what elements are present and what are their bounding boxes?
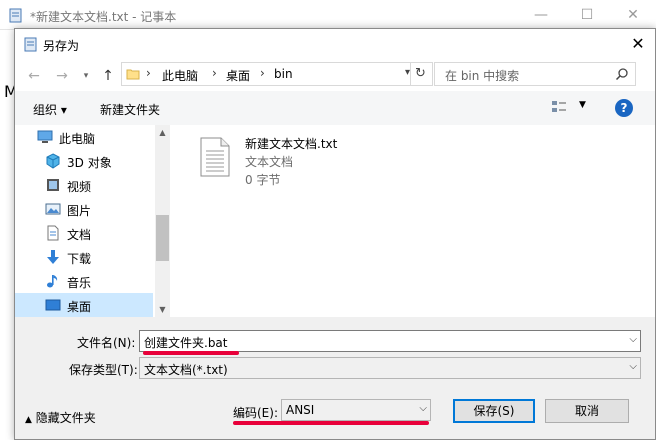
nav-item-label: 下载 (67, 252, 92, 266)
scroll-down-icon[interactable]: ▼ (155, 302, 170, 317)
scroll-up-icon[interactable]: ▲ (155, 125, 170, 140)
video-icon (47, 179, 59, 191)
chevron-down-icon[interactable]: ⌵ (419, 403, 427, 414)
computer-icon (37, 130, 53, 143)
nav-item-pictures[interactable]: 图片 (15, 197, 153, 221)
search-box[interactable]: 在 bin 中搜索 (434, 62, 636, 86)
chevron-down-icon[interactable]: ⌵ (629, 334, 637, 345)
maximize-button[interactable]: ☐ (564, 0, 610, 30)
breadcrumb-separator-icon[interactable]: › (260, 66, 265, 80)
highlight-underline (233, 421, 429, 425)
breadcrumb-bin[interactable]: bin (274, 67, 293, 81)
breadcrumb-desktop[interactable]: 桌面 (226, 67, 250, 84)
breadcrumb-this-pc[interactable]: 此电脑 (162, 67, 198, 84)
nav-item-label: 音乐 (67, 276, 92, 290)
download-icon (47, 250, 59, 264)
nav-item-label: 文档 (67, 228, 92, 242)
forward-arrow-icon[interactable]: → (53, 67, 71, 85)
notepad-icon (24, 37, 37, 52)
navigation-pane: 此电脑 3D 对象 视频 图片 文档 下载 音乐 桌面 (15, 125, 155, 317)
file-name: 新建文本文档.txt (245, 137, 338, 151)
hide-folders-label: 隐藏文件夹 (35, 411, 96, 425)
music-icon (47, 275, 58, 288)
organize-button[interactable]: 组织 ▾ (33, 101, 67, 118)
nav-item-music[interactable]: 音乐 (15, 269, 153, 293)
file-type: 文本文档 (245, 155, 294, 169)
nav-item-this-pc[interactable]: 此电脑 (15, 125, 153, 149)
filename-input[interactable]: 创建文件夹.bat ⌵ (139, 330, 641, 352)
hide-folders-toggle[interactable]: ▲ 隐藏文件夹 (25, 409, 96, 426)
minimize-button[interactable]: — (518, 0, 564, 30)
cancel-button[interactable]: 取消 (545, 399, 629, 423)
nav-item-label: 此电脑 (59, 132, 96, 146)
highlight-underline (143, 351, 239, 355)
notepad-titlebar: *新建文本文档.txt - 记事本 — ☐ ✕ (0, 0, 656, 30)
dialog-title: 另存为 (43, 39, 80, 53)
file-list: 新建文本文档.txt 文本文档 0 字节 (171, 125, 655, 317)
nav-item-label: 3D 对象 (67, 156, 112, 170)
refresh-icon[interactable]: ↻ (410, 63, 430, 85)
back-arrow-icon[interactable]: ← (25, 67, 43, 85)
navigation-bar: ← → ▾ ↑ › 此电脑 › 桌面 › bin ▾ ↻ 在 bin 中搜索 (15, 59, 655, 91)
save-as-dialog: 另存为 ✕ ← → ▾ ↑ › 此电脑 › 桌面 › bin ▾ ↻ 在 bin… (14, 28, 656, 440)
picture-icon (45, 203, 61, 215)
folder-icon (126, 69, 140, 80)
notepad-close-button[interactable]: ✕ (610, 0, 656, 30)
encoding-select[interactable]: ANSI ⌵ (281, 399, 431, 421)
desktop-icon (45, 299, 61, 311)
command-toolbar: 组织 ▾ 新建文件夹 ▼ ? (15, 91, 655, 125)
breadcrumb-separator-icon[interactable]: › (212, 66, 217, 80)
recent-dropdown-icon[interactable]: ▾ (77, 67, 95, 85)
chevron-down-icon[interactable]: ⌵ (629, 361, 637, 372)
notepad-icon (9, 8, 22, 23)
up-arrow-icon[interactable]: ↑ (99, 67, 117, 85)
nav-item-desktop[interactable]: 桌面 (15, 293, 153, 317)
search-placeholder: 在 bin 中搜索 (445, 69, 520, 83)
nav-item-label: 桌面 (67, 300, 92, 314)
chevron-down-icon[interactable]: ▼ (579, 100, 586, 110)
encoding-value: ANSI (286, 403, 315, 417)
nav-item-label: 图片 (67, 204, 92, 218)
document-icon (47, 225, 59, 241)
nav-item-label: 视频 (67, 180, 92, 194)
cube-icon (46, 153, 60, 169)
nav-scrollbar[interactable]: ▲ ▼ (155, 125, 170, 317)
help-button[interactable]: ? (615, 99, 633, 117)
filename-label: 文件名(N): (77, 336, 136, 350)
nav-item-videos[interactable]: 视频 (15, 173, 153, 197)
filename-value: 创建文件夹.bat (144, 336, 228, 350)
text-file-icon (200, 137, 230, 177)
notepad-title: *新建文本文档.txt - 记事本 (30, 10, 177, 24)
nav-item-documents[interactable]: 文档 (15, 221, 153, 245)
search-icon[interactable] (615, 67, 629, 81)
file-size: 0 字节 (245, 173, 281, 187)
encoding-label: 编码(E): (233, 406, 278, 420)
view-options-icon[interactable] (551, 99, 567, 115)
chevron-up-icon: ▲ (25, 415, 32, 425)
save-type-value: 文本文档(*.txt) (144, 363, 228, 377)
address-bar[interactable]: › 此电脑 › 桌面 › bin ▾ ↻ (121, 62, 433, 86)
new-folder-button[interactable]: 新建文件夹 (100, 101, 160, 118)
save-type-label: 保存类型(T): (69, 363, 138, 377)
nav-item-3d-objects[interactable]: 3D 对象 (15, 149, 153, 173)
save-form: 文件名(N): 创建文件夹.bat ⌵ 保存类型(T): 文本文档(*.txt)… (15, 317, 655, 439)
dialog-titlebar: 另存为 ✕ (15, 29, 655, 59)
scrollbar-thumb[interactable] (156, 215, 169, 261)
dialog-close-button[interactable]: ✕ (621, 29, 655, 59)
nav-item-downloads[interactable]: 下载 (15, 245, 153, 269)
save-button[interactable]: 保存(S) (453, 399, 535, 423)
save-type-select[interactable]: 文本文档(*.txt) ⌵ (139, 357, 641, 379)
breadcrumb-separator-icon[interactable]: › (146, 66, 151, 80)
